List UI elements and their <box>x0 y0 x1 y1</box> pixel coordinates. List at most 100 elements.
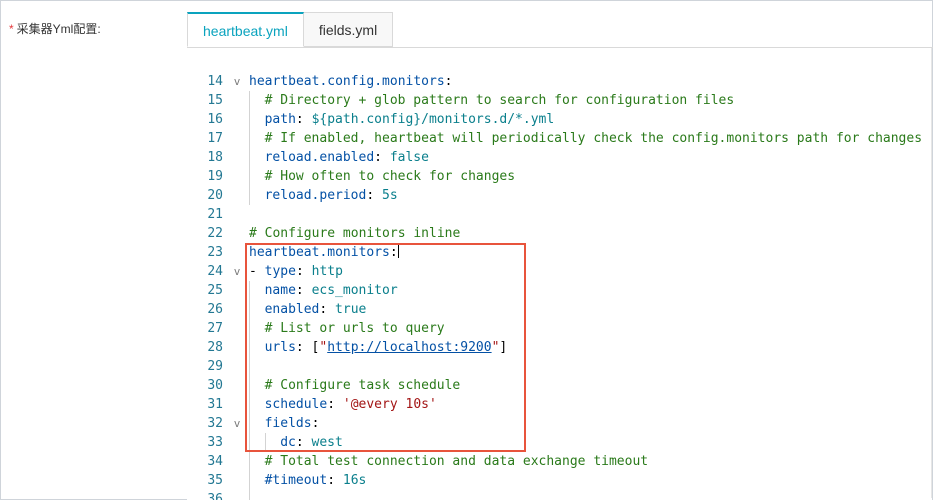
tab-heartbeat-yml[interactable]: heartbeat.yml <box>187 12 304 47</box>
code-text: fields: <box>249 414 319 433</box>
code-token: west <box>311 435 343 450</box>
code-line: 19 # How often to check for changes <box>187 167 932 186</box>
line-number: 36 <box>207 492 223 500</box>
line-number: 25 <box>207 283 223 298</box>
code-text: dc: west <box>249 433 343 452</box>
code-token: '@every 10s' <box>342 397 437 412</box>
code-token: # Configure task schedule <box>264 378 461 393</box>
indent-guide <box>249 129 265 148</box>
code-token: ] <box>499 340 508 355</box>
indent-guide <box>249 452 265 471</box>
code-text: heartbeat.config.monitors: <box>249 72 453 91</box>
code-token: heartbeat.config.monitors <box>249 74 445 89</box>
code-text <box>249 357 265 376</box>
yml-config-label-text: 采集器Yml配置: <box>16 22 101 36</box>
code-line: 35 #timeout: 16s <box>187 471 932 490</box>
yml-config-label: * 采集器Yml配置: <box>9 20 101 37</box>
line-number: 20 <box>207 188 223 203</box>
code-token: : <box>319 302 336 317</box>
code-token: : <box>366 188 382 203</box>
code-line: 18 reload.enabled: false <box>187 148 932 167</box>
line-number: 30 <box>207 378 223 393</box>
code-token: false <box>389 150 429 165</box>
indent-guide <box>249 414 265 433</box>
code-line: 14 v heartbeat.config.monitors: <box>187 72 932 91</box>
code-line: 31 schedule: '@every 10s' <box>187 395 932 414</box>
code-line: 15 # Directory + glob pattern to search f… <box>187 91 932 110</box>
code-token: : <box>295 112 312 127</box>
code-token: : <box>327 397 343 412</box>
code-token: : <box>374 150 390 165</box>
code-token: type <box>264 264 296 279</box>
indent-guide <box>249 357 265 376</box>
indent-guide <box>264 433 281 452</box>
code-token: urls <box>264 340 296 355</box>
code-text: enabled: true <box>249 300 366 319</box>
code-token: name <box>264 283 296 298</box>
line-number: 19 <box>207 169 223 184</box>
code-line: 25 name: ecs_monitor <box>187 281 932 300</box>
fold-chevron-icon[interactable]: v <box>231 414 243 433</box>
code-token: # Directory + glob pattern to search for… <box>264 93 735 108</box>
url-link[interactable]: http://localhost:9200 <box>327 340 491 355</box>
code-text: reload.enabled: false <box>249 148 429 167</box>
code-text: name: ecs_monitor <box>249 281 398 300</box>
fold-chevron-icon[interactable]: v <box>231 262 243 281</box>
code-line: 22 # Configure monitors inline <box>187 224 932 243</box>
indent-guide <box>249 319 265 338</box>
code-token: : [ <box>295 340 320 355</box>
code-line: 24 v - type: http <box>187 262 932 281</box>
code-text: # How often to check for changes <box>249 167 515 186</box>
code-token: : <box>295 435 312 450</box>
code-token: http <box>311 264 343 279</box>
line-number: 22 <box>207 226 223 241</box>
code-line: 28 urls: ["http://localhost:9200"] <box>187 338 932 357</box>
code-line: 17 # If enabled, heartbeat will periodica… <box>187 129 932 148</box>
required-mark: * <box>9 22 14 36</box>
code-line: 30 # Configure task schedule <box>187 376 932 395</box>
code-text: # Directory + glob pattern to search for… <box>249 91 734 110</box>
code-text: heartbeat.monitors: <box>249 243 399 262</box>
line-number: 17 <box>207 131 223 146</box>
code-line: 26 enabled: true <box>187 300 932 319</box>
code-token: reload.period <box>264 188 367 203</box>
code-token: reload.enabled <box>264 150 375 165</box>
line-number: 28 <box>207 340 223 355</box>
code-editor[interactable]: 14 v heartbeat.config.monitors: 15 # Directo… <box>187 48 932 500</box>
code-token: dc <box>280 435 296 450</box>
indent-guide <box>249 281 265 300</box>
code-text: # If enabled, heartbeat will periodicall… <box>249 129 922 148</box>
indent-guide <box>249 338 265 357</box>
line-number: 29 <box>207 359 223 374</box>
line-number: 35 <box>207 473 223 488</box>
indent-guide <box>249 110 265 129</box>
code-text: schedule: '@every 10s' <box>249 395 437 414</box>
file-tabs: heartbeat.yml fields.yml <box>187 12 394 48</box>
line-number: 18 <box>207 150 223 165</box>
code-text: path: ${path.config}/monitors.d/*.yml <box>249 110 554 129</box>
code-line: 21 <box>187 205 932 224</box>
code-token: fields <box>264 416 312 431</box>
code-token: 16s <box>342 473 367 488</box>
code-token: : <box>389 245 398 260</box>
indent-guide <box>249 490 265 500</box>
tab-fields-yml[interactable]: fields.yml <box>303 12 394 47</box>
code-line: 20 reload.period: 5s <box>187 186 932 205</box>
fold-chevron-icon[interactable]: v <box>231 72 243 91</box>
code-line: 29 <box>187 357 932 376</box>
code-token: : <box>444 74 453 89</box>
code-token: 5s <box>382 188 398 203</box>
code-token: #timeout <box>264 473 328 488</box>
indent-guide <box>249 376 265 395</box>
indent-guide <box>249 167 265 186</box>
line-number: 26 <box>207 302 223 317</box>
code-token: # List or urls to query <box>264 321 445 336</box>
code-token: - <box>249 264 265 279</box>
code-token: : <box>311 416 320 431</box>
code-token: path <box>264 112 296 127</box>
code-text <box>249 490 265 500</box>
code-text: # Configure task schedule <box>249 376 460 395</box>
line-number: 31 <box>207 397 223 412</box>
code-text: - type: http <box>249 262 343 281</box>
code-line: 32 v fields: <box>187 414 932 433</box>
